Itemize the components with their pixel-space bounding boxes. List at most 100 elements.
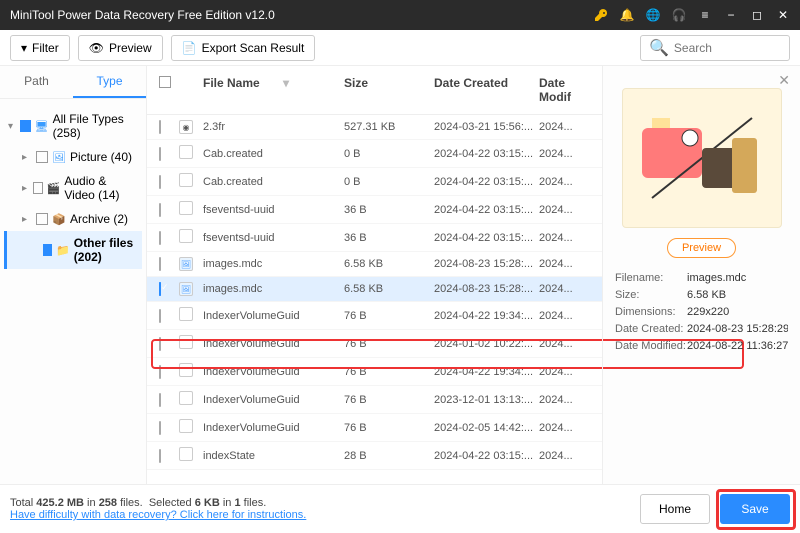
row-checkbox[interactable] (159, 120, 161, 134)
tree-item-picture[interactable]: ▸ 🖼 Picture (40) (4, 145, 142, 169)
tree-item-other[interactable]: 📁 Other files (202) (4, 231, 142, 269)
tree-root[interactable]: ▾ 🖥 All File Types (258) (4, 107, 142, 145)
globe-icon[interactable]: 🌐 (646, 8, 660, 22)
save-button[interactable]: Save (720, 494, 790, 524)
row-checkbox[interactable] (159, 421, 161, 435)
row-checkbox[interactable] (159, 203, 161, 217)
file-icon (179, 173, 193, 187)
table-row[interactable]: indexState 28 B 2024-04-22 03:15:... 202… (147, 442, 602, 470)
preview-detail-button[interactable]: Preview (667, 238, 736, 258)
cell-created: 2024-08-23 15:28:... (434, 283, 539, 295)
col-size[interactable]: Size (344, 76, 434, 104)
key-icon[interactable] (594, 8, 608, 22)
row-checkbox[interactable] (159, 309, 161, 323)
select-all-checkbox[interactable] (159, 76, 171, 88)
chevron-down-icon: ▾ (8, 121, 16, 132)
tree-item-audio-video[interactable]: ▸ 🎬 Audio & Video (14) (4, 169, 142, 207)
checkbox[interactable] (33, 182, 42, 194)
row-checkbox[interactable] (159, 449, 161, 463)
row-checkbox[interactable] (159, 393, 161, 407)
checkbox[interactable] (43, 244, 52, 256)
headphone-icon[interactable]: 🎧 (672, 8, 686, 22)
cell-size: 76 B (344, 366, 434, 378)
minimize-icon[interactable]: − (724, 8, 738, 22)
chevron-right-icon: ▸ (22, 183, 29, 194)
col-modified[interactable]: Date Modif (539, 76, 594, 104)
app-title: MiniTool Power Data Recovery Free Editio… (10, 8, 594, 22)
col-created[interactable]: Date Created (434, 76, 539, 104)
close-icon[interactable]: ✕ (776, 8, 790, 22)
detail-row: Date Modified:2024-08-22 11:36:27 (615, 340, 788, 352)
table-row[interactable]: IndexerVolumeGuid 76 B 2023-12-01 13:13:… (147, 386, 602, 414)
cell-size: 6.58 KB (344, 258, 434, 270)
row-checkbox[interactable] (159, 147, 161, 161)
cell-created: 2023-12-01 13:13:... (434, 394, 539, 406)
cell-modified: 2024... (539, 148, 594, 160)
chevron-right-icon: ▸ (22, 152, 32, 163)
help-link[interactable]: Have difficulty with data recovery? Clic… (10, 509, 306, 521)
tree-item-archive[interactable]: ▸ 📦 Archive (2) (4, 207, 142, 231)
table-row[interactable]: Cab.created 0 B 2024-04-22 03:15:... 202… (147, 168, 602, 196)
file-icon (179, 307, 193, 321)
table-row[interactable]: 🖼 images.mdc 6.58 KB 2024-08-23 15:28:..… (147, 252, 602, 277)
row-checkbox[interactable] (159, 257, 161, 271)
sidebar-tabs: Path Type (0, 66, 146, 99)
home-button[interactable]: Home (640, 494, 710, 524)
row-checkbox[interactable] (159, 282, 161, 296)
table-row[interactable]: fseventsd-uuid 36 B 2024-04-22 03:15:...… (147, 224, 602, 252)
row-checkbox[interactable] (159, 337, 161, 351)
cell-modified: 2024... (539, 232, 594, 244)
table-row[interactable]: Cab.created 0 B 2024-04-22 03:15:... 202… (147, 140, 602, 168)
cell-modified: 2024... (539, 366, 594, 378)
table-row[interactable]: 🖼 images.mdc 6.58 KB 2024-08-23 15:28:..… (147, 277, 602, 302)
detail-row: Date Created:2024-08-23 15:28:29 (615, 323, 788, 335)
cell-modified: 2024... (539, 204, 594, 216)
cell-modified: 2024... (539, 422, 594, 434)
table-row[interactable]: IndexerVolumeGuid 76 B 2024-04-22 19:34:… (147, 358, 602, 386)
export-button[interactable]: 📄Export Scan Result (171, 35, 316, 61)
cell-size: 6.58 KB (344, 283, 434, 295)
row-checkbox[interactable] (159, 365, 161, 379)
search-input[interactable] (674, 41, 781, 55)
cell-name: indexState (199, 450, 344, 462)
titlebar-icons: 🔔 🌐 🎧 ≡ − ◻ ✕ (594, 8, 790, 22)
table-row[interactable]: IndexerVolumeGuid 76 B 2024-04-22 19:34:… (147, 302, 602, 330)
cell-created: 2024-04-22 03:15:... (434, 176, 539, 188)
cell-name: fseventsd-uuid (199, 232, 344, 244)
cell-name: Cab.created (199, 148, 344, 160)
table-row[interactable]: ◉ 2.3fr 527.31 KB 2024-03-21 15:56:... 2… (147, 115, 602, 140)
thumbnail (622, 88, 782, 228)
file-icon: ◉ (179, 120, 193, 134)
av-icon: 🎬 (47, 181, 61, 195)
row-checkbox[interactable] (159, 175, 161, 189)
cell-name: Cab.created (199, 176, 344, 188)
checkbox[interactable] (20, 120, 30, 132)
close-detail-icon[interactable]: ✕ (778, 72, 790, 89)
cell-size: 76 B (344, 422, 434, 434)
file-icon: 🖼 (179, 282, 193, 296)
table-row[interactable]: fseventsd-uuid 36 B 2024-04-22 03:15:...… (147, 196, 602, 224)
menu-icon[interactable]: ≡ (698, 8, 712, 22)
row-checkbox[interactable] (159, 231, 161, 245)
titlebar: MiniTool Power Data Recovery Free Editio… (0, 0, 800, 30)
table-row[interactable]: IndexerVolumeGuid 76 B 2024-02-05 14:42:… (147, 414, 602, 442)
checkbox[interactable] (36, 213, 48, 225)
table-row[interactable]: indexState 28 B 2024-04-22 03:15:... 202… (147, 470, 602, 475)
cell-size: 76 B (344, 338, 434, 350)
col-filename[interactable]: File Name ▾ (199, 76, 344, 104)
filter-button[interactable]: ▾Filter (10, 35, 70, 61)
maximize-icon[interactable]: ◻ (750, 8, 764, 22)
checkbox[interactable] (36, 151, 48, 163)
search-box[interactable]: 🔍 (640, 35, 790, 61)
cell-modified: 2024... (539, 176, 594, 188)
tab-path[interactable]: Path (0, 66, 73, 98)
cell-modified: 2024... (539, 450, 594, 462)
file-icon (179, 229, 193, 243)
cell-name: IndexerVolumeGuid (199, 394, 344, 406)
bell-icon[interactable]: 🔔 (620, 8, 634, 22)
tab-type[interactable]: Type (73, 66, 146, 98)
file-icon (179, 447, 193, 461)
cell-size: 0 B (344, 176, 434, 188)
table-row[interactable]: IndexerVolumeGuid 76 B 2024-01-02 10:22:… (147, 330, 602, 358)
preview-button[interactable]: 👁Preview (78, 35, 163, 61)
